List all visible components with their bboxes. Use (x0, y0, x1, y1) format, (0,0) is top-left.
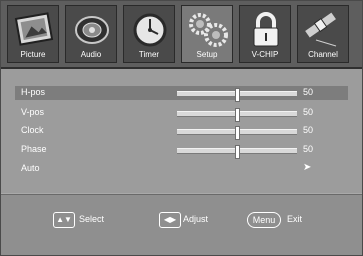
tab-label: Audio (80, 50, 102, 59)
footer-hints: ▲▼ Select ◀▶ Adjust Menu Exit (1, 194, 362, 255)
adjust-label: Adjust (183, 214, 209, 224)
hpos-slider[interactable] (177, 88, 297, 102)
menu-item-label: Auto (21, 163, 40, 173)
satellite-icon (305, 12, 337, 47)
tab-picture[interactable]: Picture (7, 5, 59, 63)
menu-item-label: Phase (21, 144, 47, 154)
clock-icon (133, 13, 167, 47)
exit-label: Exit (287, 214, 303, 224)
slider-thumb[interactable] (235, 145, 240, 159)
exit-hint[interactable]: Menu Exit (247, 212, 327, 228)
menu-item-label: H-pos (21, 87, 46, 97)
lock-icon (253, 12, 279, 47)
tab-timer[interactable]: Timer (123, 5, 175, 63)
menu-row-vpos[interactable]: V-pos 50 (15, 106, 348, 122)
vpos-slider[interactable] (177, 108, 297, 122)
menu-item-label: V-pos (21, 107, 45, 117)
tab-bar: Picture Audio Timer Setup V-CHIP Channel (1, 1, 362, 69)
menu-row-auto[interactable]: Auto ➤ (15, 162, 348, 176)
tab-label: Channel (308, 50, 338, 59)
tab-vchip[interactable]: V-CHIP (239, 5, 291, 63)
gears-icon (189, 13, 228, 47)
tab-label: Timer (138, 50, 160, 59)
menu-item-value: 50 (303, 125, 314, 135)
leftright-arrows-icon: ◀▶ (159, 212, 181, 228)
menu-item-label: Clock (21, 125, 44, 135)
menu-row-phase[interactable]: Phase 50 (15, 143, 348, 159)
menu-item-value: 50 (303, 144, 314, 154)
setup-menu: H-pos 50 V-pos 50 Clock 50 Phase 50 Auto… (1, 69, 362, 193)
tab-label: Picture (20, 50, 46, 59)
tab-setup[interactable]: Setup (181, 5, 233, 63)
clock-slider[interactable] (177, 126, 297, 140)
tab-channel[interactable]: Channel (297, 5, 349, 63)
adjust-hint: ◀▶ Adjust (159, 212, 229, 228)
menu-key[interactable]: Menu (247, 212, 281, 228)
slider-thumb[interactable] (235, 126, 240, 140)
picture-icon (14, 12, 54, 46)
select-hint: ▲▼ Select (53, 212, 123, 228)
tab-audio[interactable]: Audio (65, 5, 117, 63)
menu-item-value: 50 (303, 87, 314, 97)
tab-label: V-CHIP (251, 50, 279, 59)
menu-item-value: 50 (303, 107, 314, 117)
slider-thumb[interactable] (235, 88, 240, 102)
submenu-arrow-icon: ➤ (303, 162, 312, 173)
menu-row-clock[interactable]: Clock 50 (15, 124, 348, 140)
phase-slider[interactable] (177, 145, 297, 159)
tab-label: Setup (196, 50, 218, 59)
audio-icon (75, 16, 109, 44)
slider-thumb[interactable] (235, 108, 240, 122)
select-label: Select (79, 214, 105, 224)
osd-menu: Picture Audio Timer Setup V-CHIP Channel… (0, 0, 363, 256)
menu-row-hpos[interactable]: H-pos 50 (15, 86, 348, 102)
updown-arrows-icon: ▲▼ (53, 212, 75, 228)
